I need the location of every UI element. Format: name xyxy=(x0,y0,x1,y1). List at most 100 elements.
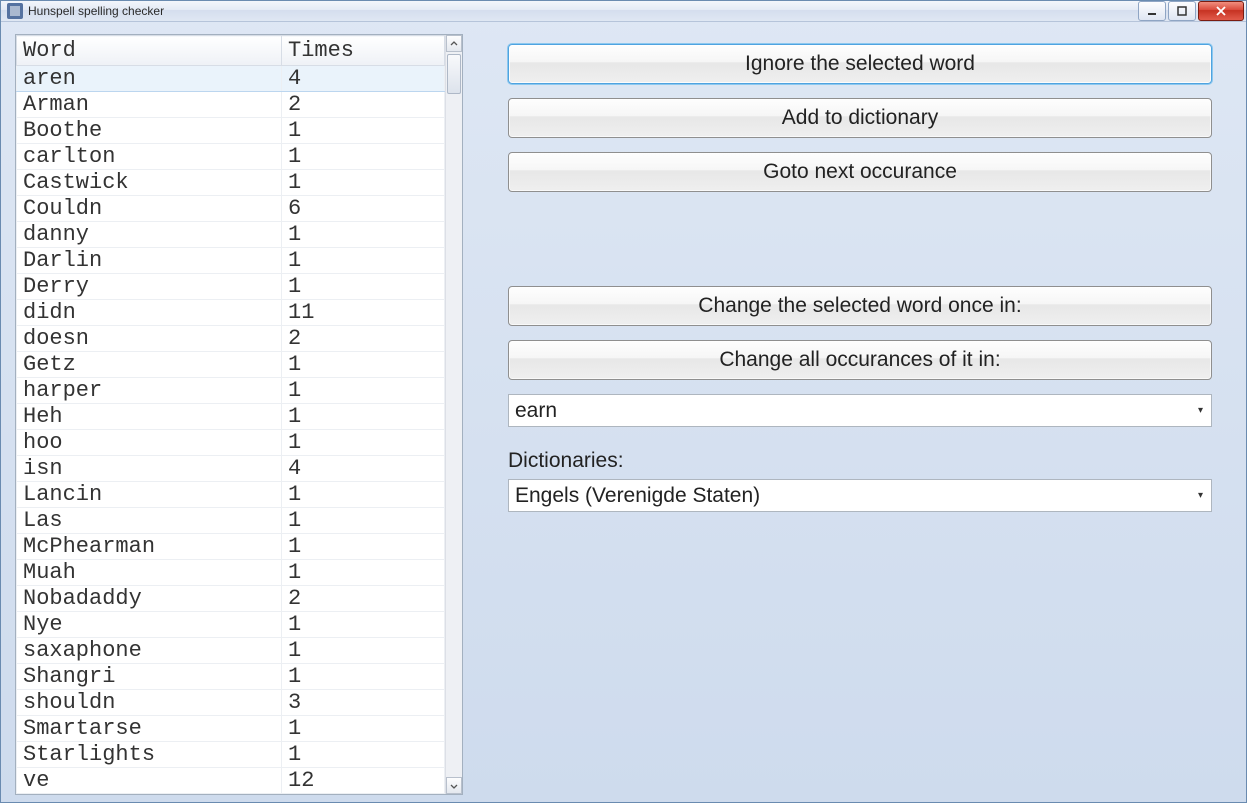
cell-times: 1 xyxy=(282,170,445,196)
table-row[interactable]: Getz1 xyxy=(17,352,445,378)
cell-word: shouldn xyxy=(17,690,282,716)
table-row[interactable]: Heh1 xyxy=(17,404,445,430)
chevron-up-icon xyxy=(450,40,458,48)
titlebar[interactable]: Hunspell spelling checker xyxy=(1,1,1246,22)
column-header-word[interactable]: Word xyxy=(17,36,282,66)
cell-word: Nye xyxy=(17,612,282,638)
scroll-down-button[interactable] xyxy=(446,777,462,794)
dictionaries-value: Engels (Verenigde Staten) xyxy=(515,484,760,508)
word-list-panel: Word Times aren4Arman2Boothe1carlton1Cas… xyxy=(15,34,463,795)
table-row[interactable]: Castwick1 xyxy=(17,170,445,196)
app-window: Hunspell spelling checker Word Times xyxy=(0,0,1247,803)
table-row[interactable]: harper1 xyxy=(17,378,445,404)
cell-times: 1 xyxy=(282,612,445,638)
table-row[interactable]: Shangri1 xyxy=(17,664,445,690)
maximize-icon xyxy=(1177,6,1187,16)
cell-word: Derry xyxy=(17,274,282,300)
scroll-track[interactable] xyxy=(446,52,462,777)
table-row[interactable]: Las1 xyxy=(17,508,445,534)
cell-times: 1 xyxy=(282,534,445,560)
change-once-button[interactable]: Change the selected word once in: xyxy=(508,286,1212,326)
table-row[interactable]: danny1 xyxy=(17,222,445,248)
dictionaries-label: Dictionaries: xyxy=(508,449,1212,473)
table-row[interactable]: Muah1 xyxy=(17,560,445,586)
client-area: Word Times aren4Arman2Boothe1carlton1Cas… xyxy=(1,22,1246,803)
cell-times: 1 xyxy=(282,404,445,430)
cell-word: hoo xyxy=(17,430,282,456)
table-row[interactable]: ve12 xyxy=(17,768,445,794)
table-row[interactable]: carlton1 xyxy=(17,144,445,170)
cell-word: danny xyxy=(17,222,282,248)
table-row[interactable]: Darlin1 xyxy=(17,248,445,274)
minimize-button[interactable] xyxy=(1138,1,1166,21)
dictionaries-combo[interactable]: Engels (Verenigde Staten) ▾ xyxy=(508,479,1212,512)
cell-times: 2 xyxy=(282,326,445,352)
table-row[interactable]: Couldn6 xyxy=(17,196,445,222)
cell-times: 1 xyxy=(282,430,445,456)
window-title: Hunspell spelling checker xyxy=(28,4,164,18)
scroll-thumb[interactable] xyxy=(447,54,461,94)
cell-times: 1 xyxy=(282,378,445,404)
cell-times: 1 xyxy=(282,742,445,768)
cell-times: 1 xyxy=(282,144,445,170)
table-row[interactable]: aren4 xyxy=(17,66,445,92)
minimize-icon xyxy=(1147,6,1157,16)
cell-word: Starlights xyxy=(17,742,282,768)
close-button[interactable] xyxy=(1198,1,1244,21)
goto-next-button[interactable]: Goto next occurance xyxy=(508,152,1212,192)
cell-word: Castwick xyxy=(17,170,282,196)
cell-times: 1 xyxy=(282,664,445,690)
column-header-times[interactable]: Times xyxy=(282,36,445,66)
table-row[interactable]: Boothe1 xyxy=(17,118,445,144)
cell-word: didn xyxy=(17,300,282,326)
maximize-button[interactable] xyxy=(1168,1,1196,21)
table-row[interactable]: didn11 xyxy=(17,300,445,326)
suggestion-combo[interactable]: earn ▾ xyxy=(508,394,1212,427)
cell-times: 4 xyxy=(282,66,445,92)
scroll-up-button[interactable] xyxy=(446,35,462,52)
cell-word: Couldn xyxy=(17,196,282,222)
cell-times: 1 xyxy=(282,560,445,586)
table-row[interactable]: Starlights1 xyxy=(17,742,445,768)
cell-word: carlton xyxy=(17,144,282,170)
chevron-down-icon xyxy=(450,782,458,790)
cell-times: 2 xyxy=(282,92,445,118)
cell-times: 1 xyxy=(282,352,445,378)
cell-word: Las xyxy=(17,508,282,534)
table-row[interactable]: doesn2 xyxy=(17,326,445,352)
cell-word: Shangri xyxy=(17,664,282,690)
table-row[interactable]: saxaphone1 xyxy=(17,638,445,664)
cell-times: 1 xyxy=(282,222,445,248)
cell-times: 1 xyxy=(282,716,445,742)
table-row[interactable]: McPhearman1 xyxy=(17,534,445,560)
table-row[interactable]: Nye1 xyxy=(17,612,445,638)
table-row[interactable]: Nobadaddy2 xyxy=(17,586,445,612)
cell-word: Arman xyxy=(17,92,282,118)
app-icon xyxy=(7,3,23,19)
cell-word: harper xyxy=(17,378,282,404)
vertical-scrollbar[interactable] xyxy=(445,35,462,794)
table-row[interactable]: Lancin1 xyxy=(17,482,445,508)
cell-word: Lancin xyxy=(17,482,282,508)
word-table[interactable]: Word Times aren4Arman2Boothe1carlton1Cas… xyxy=(16,35,445,794)
cell-word: Smartarse xyxy=(17,716,282,742)
table-row[interactable]: Arman2 xyxy=(17,92,445,118)
close-icon xyxy=(1216,6,1226,16)
table-row[interactable]: Smartarse1 xyxy=(17,716,445,742)
ignore-button[interactable]: Ignore the selected word xyxy=(508,44,1212,84)
cell-word: ve xyxy=(17,768,282,794)
dropdown-arrow-icon: ▾ xyxy=(1194,405,1207,416)
cell-times: 1 xyxy=(282,508,445,534)
add-dictionary-button[interactable]: Add to dictionary xyxy=(508,98,1212,138)
table-row[interactable]: Derry1 xyxy=(17,274,445,300)
cell-word: saxaphone xyxy=(17,638,282,664)
table-row[interactable]: isn4 xyxy=(17,456,445,482)
suggestion-value: earn xyxy=(515,399,557,423)
table-row[interactable]: hoo1 xyxy=(17,430,445,456)
cell-times: 3 xyxy=(282,690,445,716)
actions-panel: Ignore the selected word Add to dictiona… xyxy=(508,34,1232,795)
change-all-button[interactable]: Change all occurances of it in: xyxy=(508,340,1212,380)
cell-times: 1 xyxy=(282,482,445,508)
cell-word: McPhearman xyxy=(17,534,282,560)
table-row[interactable]: shouldn3 xyxy=(17,690,445,716)
